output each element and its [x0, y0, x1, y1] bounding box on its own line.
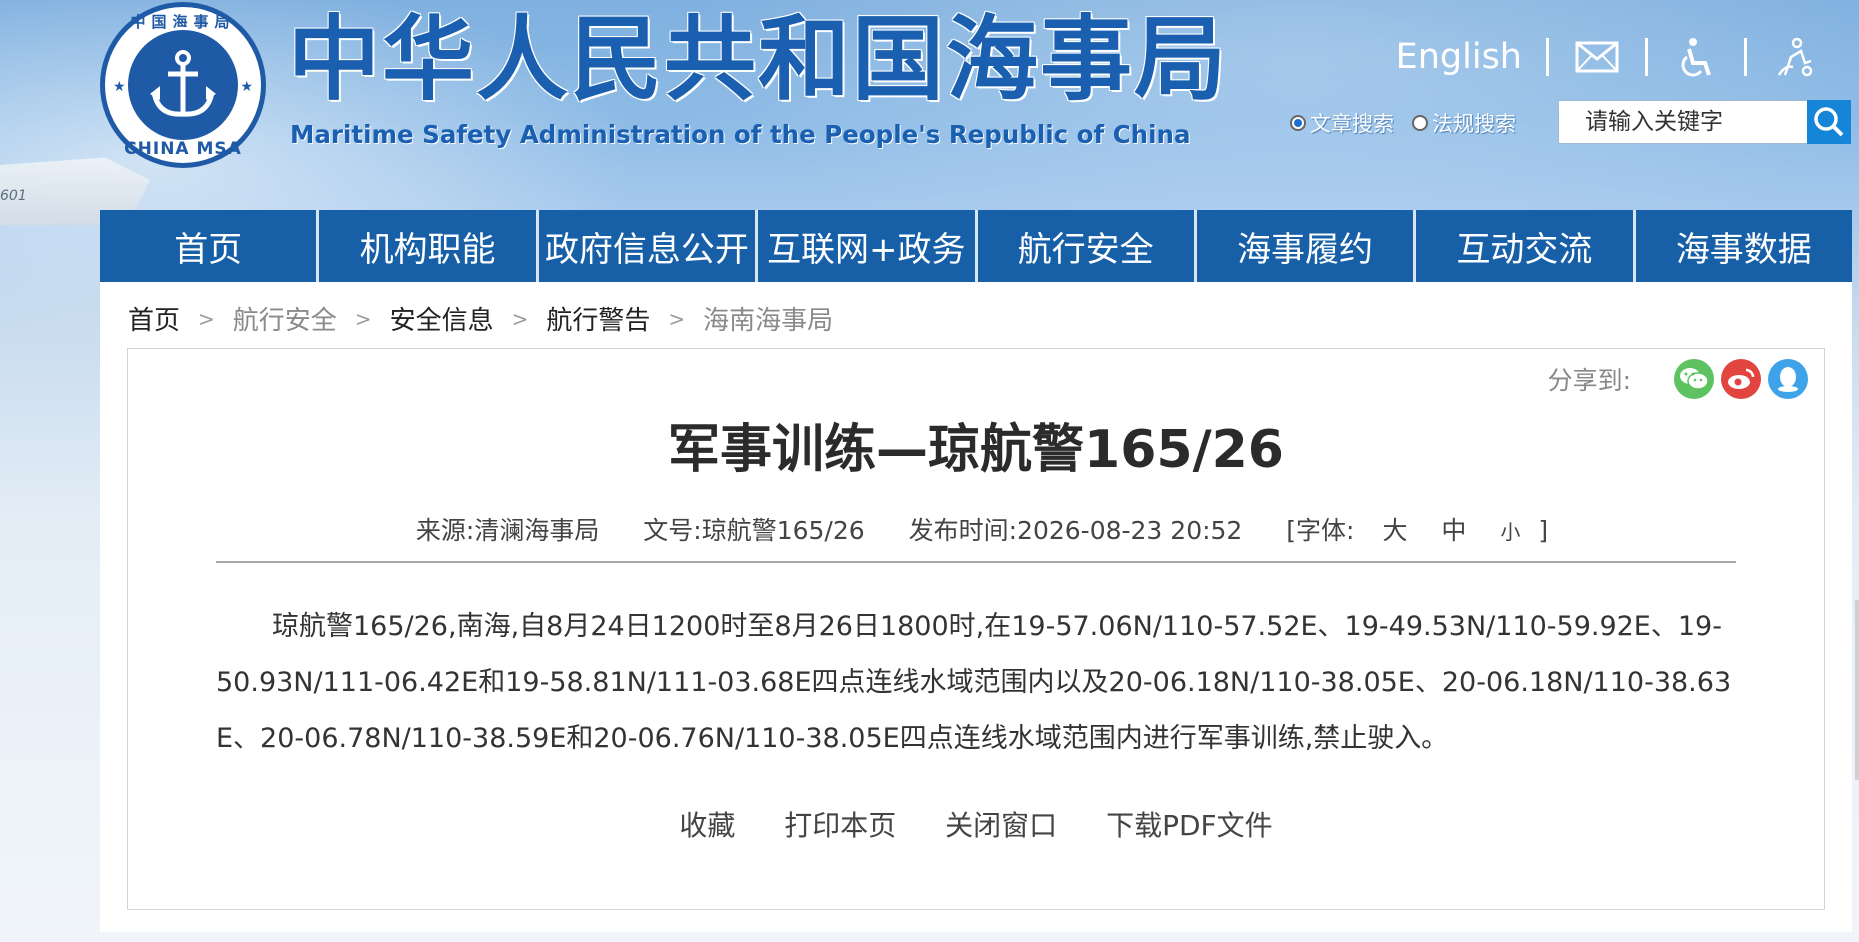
font-size-label: [字体:	[1286, 516, 1355, 545]
share-label: 分享到:	[1547, 366, 1631, 395]
search-button[interactable]	[1807, 100, 1851, 144]
search-icon	[1814, 107, 1844, 137]
radio-law-label[interactable]: 法规搜索	[1432, 108, 1516, 138]
nav-item-home[interactable]: 首页	[100, 210, 320, 282]
ship-hull-number: 601	[0, 188, 27, 204]
weibo-icon[interactable]	[1721, 359, 1761, 399]
breadcrumb-nav-warnings[interactable]: 航行警告	[546, 300, 650, 337]
accessibility-icon[interactable]	[1672, 35, 1720, 79]
close-window-button[interactable]: 关闭窗口	[945, 809, 1057, 842]
divider	[1546, 38, 1549, 76]
anchor-icon	[125, 27, 241, 143]
share-bar: 分享到:	[1548, 359, 1808, 399]
radio-article-search[interactable]	[1290, 115, 1306, 131]
article-publish-time: 发布时间:2026-08-23 20:52	[908, 516, 1243, 545]
article-box: 分享到: 军事训练—琼航警165/26 来源:清澜海事局 文号:琼航警165/2…	[127, 348, 1825, 910]
font-size-close: ]	[1538, 516, 1549, 545]
radio-article-label[interactable]: 文章搜索	[1310, 108, 1394, 138]
breadcrumb: 首页 > 航行安全 > 安全信息 > 航行警告 > 海南海事局	[128, 300, 833, 337]
search-type-options: 文章搜索 法规搜索	[1290, 108, 1516, 138]
font-size-large[interactable]: 大	[1382, 516, 1407, 545]
article-actions: 收藏 打印本页 关闭窗口 下载PDF文件	[128, 804, 1824, 844]
breadcrumb-separator: >	[198, 306, 215, 331]
divider	[1744, 38, 1747, 76]
font-size-medium[interactable]: 中	[1441, 516, 1466, 545]
content-panel: 首页 > 航行安全 > 安全信息 > 航行警告 > 海南海事局 分享到: 军事训…	[100, 282, 1852, 932]
breadcrumb-navigation-safety[interactable]: 航行安全	[233, 300, 337, 337]
divider	[1645, 38, 1648, 76]
elder-care-icon[interactable]	[1771, 35, 1819, 79]
nav-item-gov-info[interactable]: 政府信息公开	[539, 210, 759, 282]
article-doc-number: 文号:琼航警165/26	[643, 516, 865, 545]
article-source: 来源:清澜海事局	[415, 516, 600, 545]
logo-star-icon: ★	[113, 79, 126, 95]
radio-law-search[interactable]	[1412, 115, 1428, 131]
logo-bottom-text: CHINA MSA	[124, 139, 242, 159]
top-links: English	[1396, 32, 1819, 82]
breadcrumb-hainan-msa: 海南海事局	[703, 306, 834, 336]
nav-item-interaction[interactable]: 互动交流	[1416, 210, 1636, 282]
msa-logo[interactable]: 中国海事局 ★ ★ CHINA MSA	[100, 2, 266, 168]
breadcrumb-safety-info[interactable]: 安全信息	[390, 300, 494, 337]
font-size-small[interactable]: 小	[1500, 520, 1520, 544]
logo-star-icon: ★	[240, 79, 253, 95]
print-button[interactable]: 打印本页	[784, 809, 896, 842]
divider	[216, 561, 1736, 563]
nav-item-maritime-compliance[interactable]: 海事履约	[1197, 210, 1417, 282]
search-input[interactable]: 请输入关键字	[1558, 100, 1808, 144]
mail-icon[interactable]	[1573, 35, 1621, 79]
download-pdf-button[interactable]: 下载PDF文件	[1106, 809, 1273, 842]
article-body: 琼航警165/26,南海,自8月24日1200时至8月26日1800时,在19-…	[216, 611, 1732, 754]
english-link[interactable]: English	[1396, 37, 1522, 77]
article-meta: 来源:清澜海事局 文号:琼航警165/26 发布时间:2026-08-23 20…	[128, 511, 1824, 547]
breadcrumb-home[interactable]: 首页	[128, 300, 180, 337]
breadcrumb-separator: >	[354, 306, 372, 331]
breadcrumb-separator: >	[668, 306, 686, 331]
nav-item-internet-services[interactable]: 互联网+政务	[758, 210, 978, 282]
nav-item-maritime-data[interactable]: 海事数据	[1636, 210, 1852, 282]
main-nav: 首页 机构职能 政府信息公开 互联网+政务 航行安全 海事履约 互动交流 海事数…	[100, 210, 1852, 282]
nav-item-navigation-safety[interactable]: 航行安全	[978, 210, 1197, 282]
site-subtitle: Maritime Safety Administration of the Pe…	[290, 120, 1191, 149]
breadcrumb-separator: >	[511, 306, 529, 331]
scrollbar[interactable]	[1855, 600, 1859, 780]
wechat-icon[interactable]	[1674, 359, 1714, 399]
qq-icon[interactable]	[1768, 359, 1808, 399]
site-title[interactable]: 中华人民共和国海事局	[288, 10, 1228, 110]
article-title: 军事训练—琼航警165/26	[668, 420, 1284, 480]
nav-item-functions[interactable]: 机构职能	[319, 210, 539, 282]
favorite-button[interactable]: 收藏	[679, 809, 735, 842]
